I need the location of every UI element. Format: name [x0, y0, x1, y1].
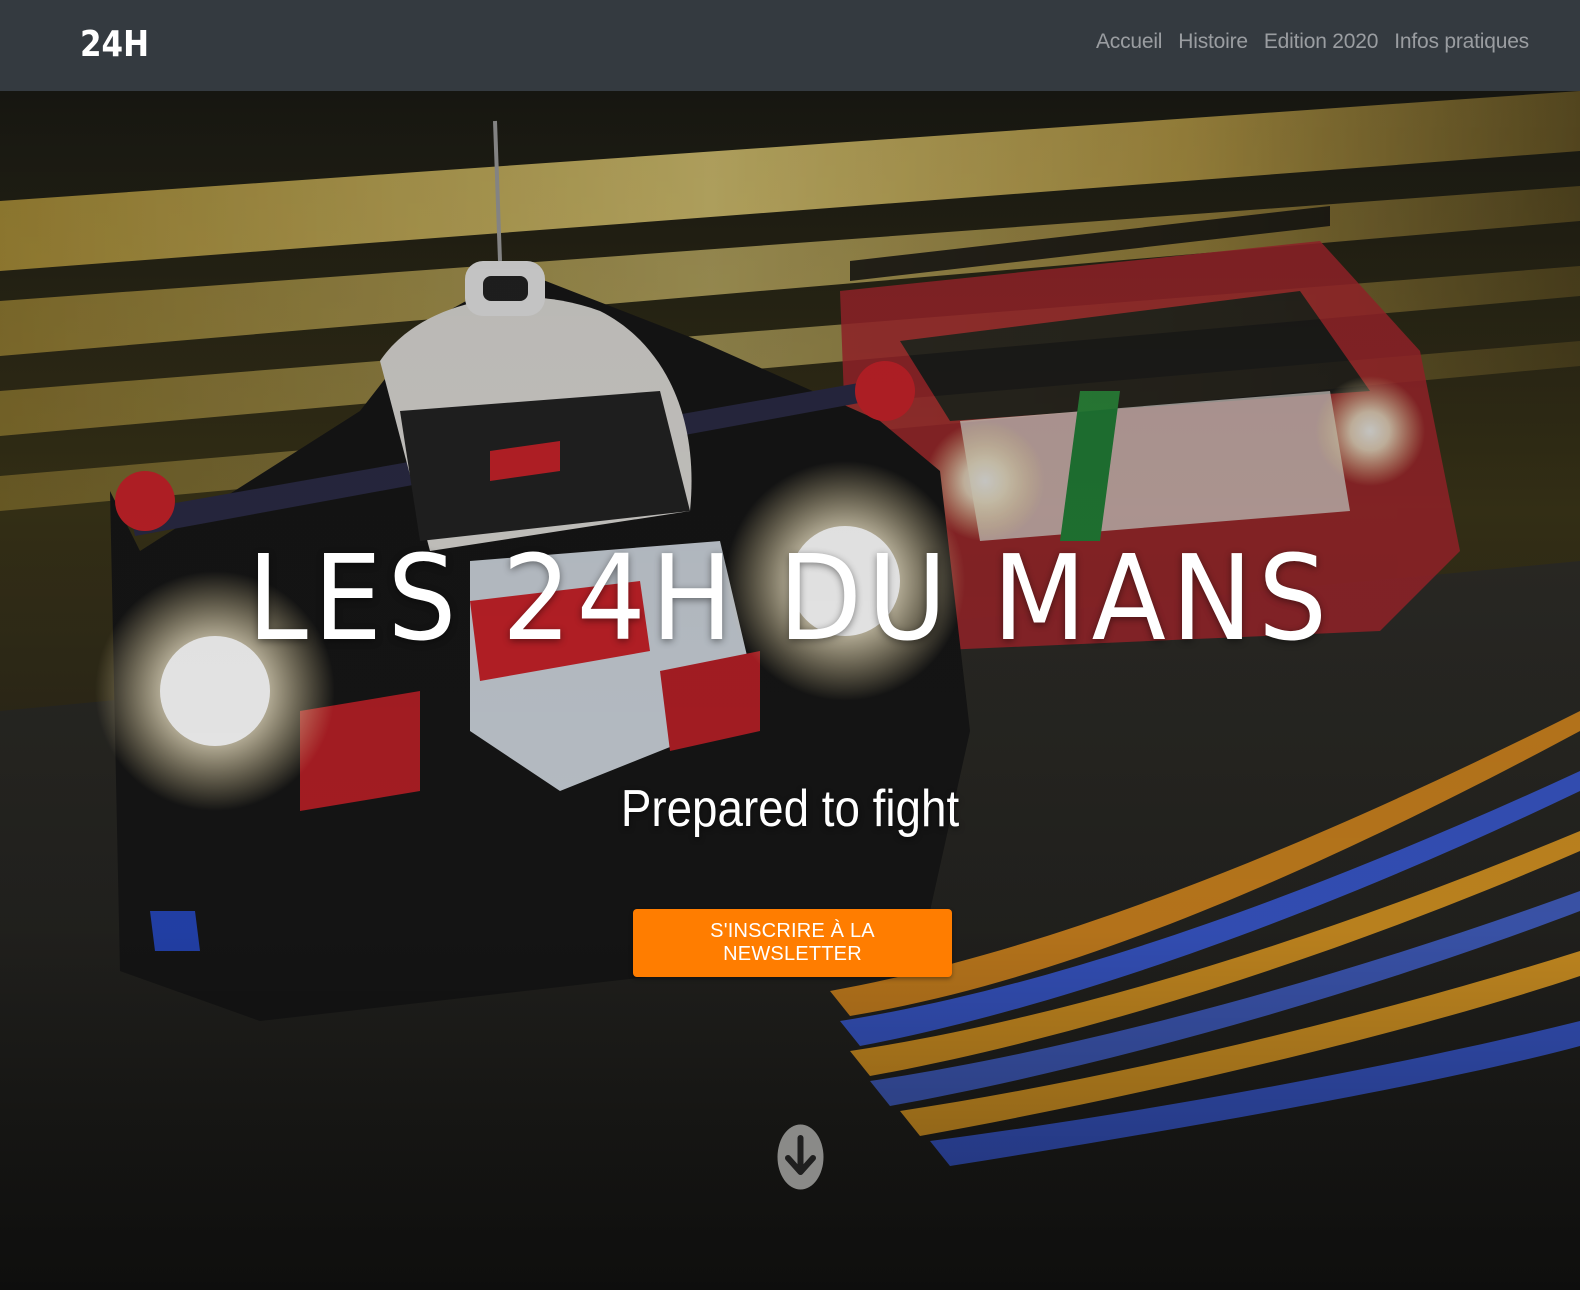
nav-link-histoire[interactable]: Histoire	[1178, 30, 1248, 54]
newsletter-signup-button[interactable]: S'INSCRIRE À LA NEWSLETTER	[633, 909, 952, 977]
top-navbar: 24H Accueil Histoire Edition 2020 Infos …	[0, 0, 1580, 91]
nav-link-infos-pratiques[interactable]: Infos pratiques	[1394, 30, 1529, 54]
hero-background-image	[0, 91, 1580, 1290]
arrow-down-circle-icon	[777, 1124, 824, 1190]
nav-link-edition-2020[interactable]: Edition 2020	[1264, 30, 1379, 54]
brand-logo-link[interactable]: 24H	[80, 24, 149, 65]
scroll-down-button[interactable]	[777, 1124, 824, 1190]
nav-link-accueil[interactable]: Accueil	[1096, 30, 1162, 54]
hero-title: LES 24H DU MANS	[247, 529, 1333, 667]
hero-section: LES 24H DU MANS Prepared to fight S'INSC…	[0, 91, 1580, 1290]
hero-subtitle: Prepared to fight	[620, 780, 960, 838]
nav-links: Accueil Histoire Edition 2020 Infos prat…	[1096, 30, 1529, 54]
